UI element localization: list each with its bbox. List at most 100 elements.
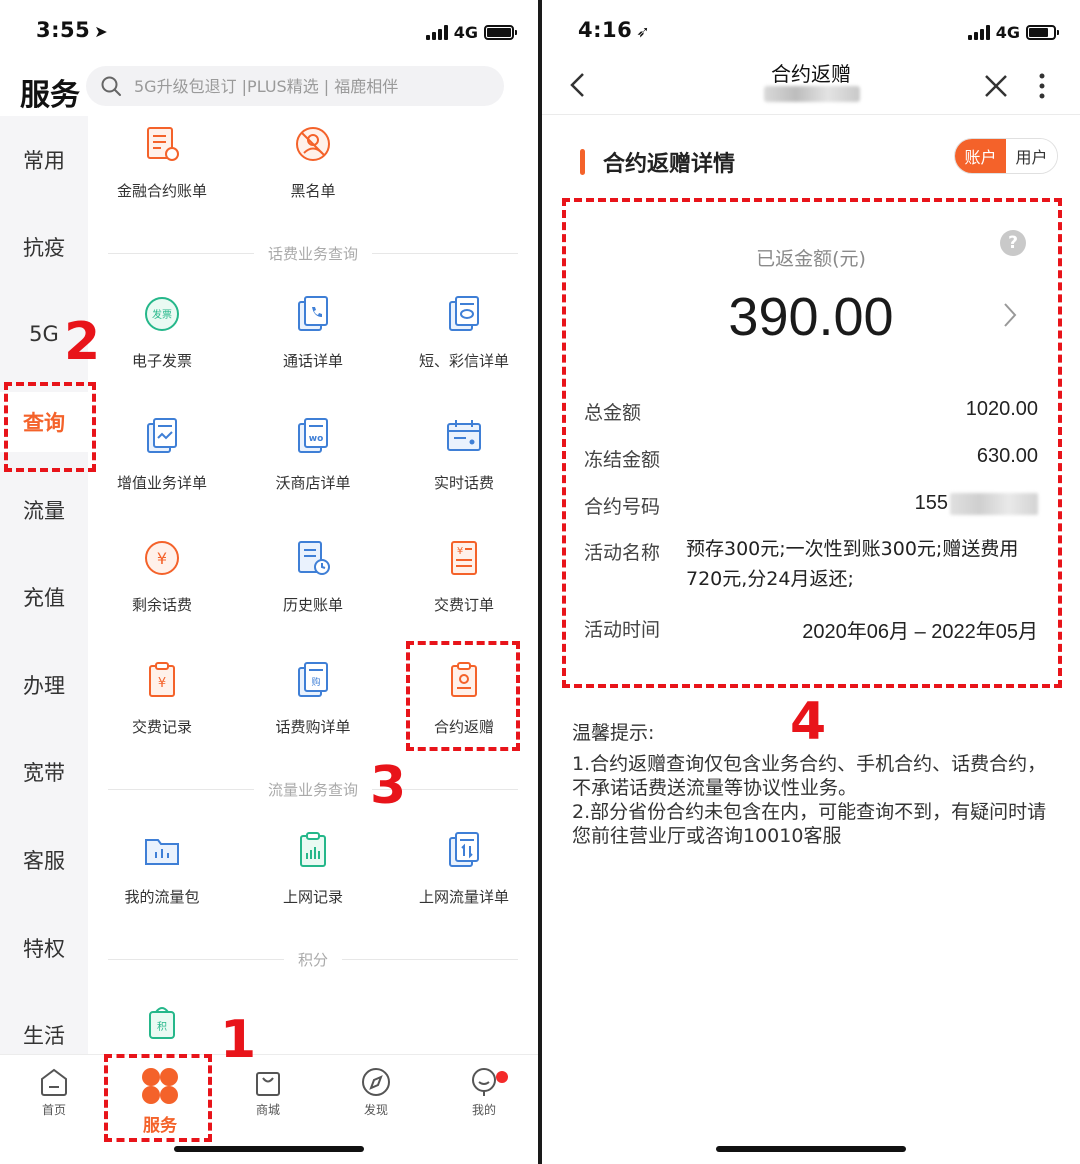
calendar-icon [442, 414, 486, 458]
clipboard-bars-icon [291, 828, 335, 872]
phone-screen-services: 3:55➤ 4G 服务 常用 抗疫 5G 查询 流量 充值 办理 宽带 客服 特… [0, 0, 538, 1164]
blacklist-user-icon [291, 122, 335, 166]
search-input[interactable] [134, 76, 494, 96]
tile-sms-mms-detail[interactable]: 短、彩信详单 [389, 292, 538, 382]
network-type: 4G [453, 22, 478, 42]
annotation-number-3: 3 [370, 756, 407, 816]
svg-text:购: 购 [311, 676, 320, 688]
points-bag-icon: 积 [140, 1000, 184, 1044]
annotation-number-1: 1 [220, 1010, 257, 1070]
home-icon [41, 1068, 67, 1096]
section-header-jifen: 积分 [108, 949, 519, 969]
tile-value-added-detail[interactable]: 增值业务详单 [87, 414, 237, 504]
sidebar-item-kuandai[interactable]: 宽带 [0, 742, 88, 802]
tile-e-invoice[interactable]: 发票 电子发票 [87, 292, 237, 382]
svg-text:¥: ¥ [457, 546, 463, 557]
annotation-number-4: 4 [790, 692, 827, 752]
tab-mall[interactable]: 商城 [228, 1065, 308, 1118]
bottom-tab-bar: 首页 服务 商城 发现 我的 [0, 1054, 538, 1164]
tips-title: 温馨提示: [572, 722, 655, 744]
network-type: 4G [995, 22, 1020, 42]
heading-accent-bar [580, 149, 585, 175]
category-sidebar: 常用 抗疫 5G 查询 流量 充值 办理 宽带 客服 特权 生活 [0, 116, 88, 1054]
search-bar[interactable] [86, 66, 504, 106]
sidebar-item-tequan[interactable]: 特权 [0, 918, 88, 978]
tile-finance-contract-bill[interactable]: 金融合约账单 [87, 122, 237, 212]
toggle-user[interactable]: 用户 [1006, 139, 1057, 173]
sidebar-item-kangyi[interactable]: 抗疫 [0, 217, 88, 277]
tip-line-1: 1.合约返赠查询仅包含业务合约、手机合约、话费合约，不承诺话费送流量等协议性业务… [572, 753, 1047, 799]
page-title: 服务 [20, 78, 80, 113]
detail-heading: 合约返赠详情 [580, 146, 735, 178]
tab-mine[interactable]: 我的 [444, 1065, 524, 1118]
data-transfer-doc-icon [442, 828, 486, 872]
annotation-box-contract-rebate-tile [406, 641, 520, 751]
tip-line-2: 2.部分省份合约未包含在内，可能查询不到，有疑问时请您前往营业厅或咨询10010… [572, 801, 1047, 847]
annotation-box-services-tab [104, 1054, 212, 1142]
tile-internet-record[interactable]: 上网记录 [238, 828, 388, 918]
nav-subtitle-blurred [764, 86, 860, 102]
location-arrow-icon: ➶ [636, 22, 651, 41]
yen-coin-icon: ¥ [140, 536, 184, 580]
battery-icon [1026, 24, 1059, 40]
sidebar-item-changyong[interactable]: 常用 [0, 130, 88, 190]
tab-home[interactable]: 首页 [14, 1065, 94, 1118]
tile-remaining-fee[interactable]: ¥ 剩余话费 [87, 536, 237, 626]
notification-dot [496, 1071, 508, 1083]
svg-text:¥: ¥ [157, 549, 167, 568]
tile-call-detail[interactable]: 通话详单 [238, 292, 388, 382]
home-indicator [174, 1146, 364, 1152]
shopping-bag-icon [256, 1072, 280, 1096]
tile-payment-record[interactable]: ¥ 交费记录 [87, 658, 237, 748]
svg-text:积: 积 [157, 1021, 167, 1033]
status-indicators: 4G [425, 21, 517, 43]
status-time: 4:16 ➶ [578, 18, 651, 42]
folder-chart-icon [140, 828, 184, 872]
sidebar-item-kefu[interactable]: 客服 [0, 830, 88, 890]
annotation-box-query-category [4, 382, 96, 472]
annotation-box-rebate-details [562, 198, 1062, 688]
sidebar-item-liuliang[interactable]: 流量 [0, 480, 88, 540]
status-bar: 4:16 ➶ 4G [542, 0, 1080, 62]
compass-icon [362, 1068, 390, 1096]
svg-text:发票: 发票 [152, 308, 172, 321]
tile-history-bill[interactable]: 历史账单 [238, 536, 388, 626]
toggle-account[interactable]: 账户 [955, 139, 1006, 173]
sidebar-item-banli[interactable]: 办理 [0, 655, 88, 715]
close-icon[interactable] [982, 72, 1010, 100]
battery-icon [484, 24, 517, 40]
tile-payment-order[interactable]: ¥ 交费订单 [389, 536, 538, 626]
home-indicator [716, 1146, 906, 1152]
account-user-toggle: 账户 用户 [954, 138, 1058, 174]
chart-doc-icon [140, 414, 184, 458]
tips-body: 1.合约返赠查询仅包含业务合约、手机合约、话费合约，不承诺话费送流量等协议性业务… [572, 752, 1056, 848]
search-icon [101, 76, 121, 96]
history-clock-doc-icon [291, 536, 335, 580]
clipboard-yen-icon: ¥ [140, 658, 184, 702]
finance-bill-icon [140, 122, 184, 166]
signal-icon [967, 24, 990, 40]
svg-text:¥: ¥ [158, 676, 166, 691]
section-header-liuliang: 流量业务查询 [108, 779, 519, 799]
tile-my-data-pack[interactable]: 我的流量包 [87, 828, 237, 918]
user-face-icon [472, 1068, 496, 1096]
tile-blacklist[interactable]: 黑名单 [238, 122, 388, 212]
tile-realtime-fee[interactable]: 实时话费 [389, 414, 538, 504]
tab-discover[interactable]: 发现 [336, 1065, 416, 1118]
status-bar: 3:55 ➤ 4G [0, 0, 538, 62]
signal-icon [425, 24, 448, 40]
location-arrow-icon: ➤ [94, 22, 109, 41]
message-doc-icon [442, 292, 486, 336]
tile-data-usage-detail[interactable]: 上网流量详单 [389, 828, 538, 918]
more-vertical-icon[interactable] [1032, 70, 1052, 102]
sidebar-item-chongzhi[interactable]: 充值 [0, 567, 88, 627]
nav-separator [542, 114, 1080, 115]
invoice-icon: 发票 [140, 292, 184, 336]
status-indicators: 4G [967, 21, 1059, 43]
tile-fee-purchase-detail[interactable]: 购 话费购详单 [238, 658, 388, 748]
annotation-number-2: 2 [64, 312, 101, 372]
status-time: 3:55 ➤ [36, 18, 109, 42]
payment-order-icon: ¥ [442, 536, 486, 580]
tile-wo-store-detail[interactable]: wo 沃商店详单 [238, 414, 388, 504]
svg-text:wo: wo [309, 434, 324, 444]
